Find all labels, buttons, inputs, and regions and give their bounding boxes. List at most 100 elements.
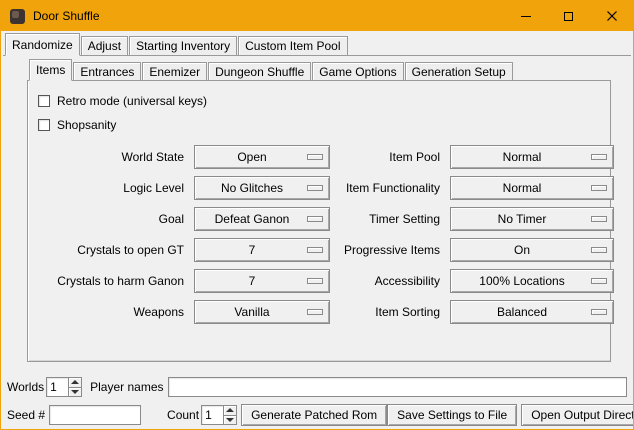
worlds-label: Worlds [7,380,44,394]
dropdown-indicator-icon [307,278,323,284]
crystals-gt-label: Crystals to open GT [40,243,190,257]
dropdown-value: Normal [503,181,542,195]
worlds-spinbox [46,377,82,397]
dropdown-indicator-icon [307,154,323,160]
dropdown-value: Normal [503,150,542,164]
logic-level-dropdown[interactable]: No Glitches [194,176,330,200]
dropdown-indicator-icon [591,247,607,253]
arrow-up-icon [226,408,234,412]
item-sorting-dropdown[interactable]: Balanced [450,300,614,324]
arrow-up-icon [71,380,79,384]
goal-dropdown[interactable]: Defeat Ganon [194,207,330,231]
app-icon [10,9,25,24]
item-sorting-label: Item Sorting [334,305,446,319]
dropdown-indicator-icon [591,154,607,160]
count-label: Count [167,408,199,422]
generate-patched-rom-button[interactable]: Generate Patched Rom [241,404,387,426]
close-button[interactable] [590,1,633,31]
dropdown-indicator-icon [307,247,323,253]
timer-setting-label: Timer Setting [334,212,446,226]
dropdown-value: 100% Locations [479,274,564,288]
item-functionality-label: Item Functionality [334,181,446,195]
minimize-icon [521,16,531,17]
minimize-button[interactable] [504,1,547,31]
shopsanity-label: Shopsanity [57,118,116,132]
progressive-items-dropdown[interactable]: On [450,238,614,262]
tab-enemizer[interactable]: Enemizer [142,62,207,80]
goal-label: Goal [40,212,190,226]
player-names-label: Player names [90,380,163,394]
tab-items[interactable]: Items [29,59,72,81]
dropdown-indicator-icon [307,216,323,222]
crystals-gt-dropdown[interactable]: 7 [194,238,330,262]
titlebar: Door Shuffle [1,1,633,31]
dropdown-value: On [514,243,530,257]
crystals-ganon-dropdown[interactable]: 7 [194,269,330,293]
save-settings-button[interactable]: Save Settings to File [387,404,517,426]
dropdown-indicator-icon [591,216,607,222]
retro-mode-label: Retro mode (universal keys) [57,94,207,108]
options-grid: World State Open Item Pool Normal Logic … [40,145,610,324]
open-output-directory-button[interactable]: Open Output Directory [521,404,634,426]
timer-setting-dropdown[interactable]: No Timer [450,207,614,231]
items-panel: Retro mode (universal keys) Shopsanity W… [27,80,611,362]
tab-game-options[interactable]: Game Options [312,62,403,80]
item-functionality-dropdown[interactable]: Normal [450,176,614,200]
randomize-panel: Items Entrances Enemizer Dungeon Shuffle… [27,58,611,362]
dropdown-value: No Timer [498,212,547,226]
tab-randomize[interactable]: Randomize [5,33,80,56]
dropdown-indicator-icon [307,309,323,315]
dropdown-value: 7 [249,243,256,257]
inner-tab-bar: Items Entrances Enemizer Dungeon Shuffle… [27,58,611,80]
accessibility-label: Accessibility [334,274,446,288]
count-spin-arrows [223,405,237,425]
tab-generation-setup[interactable]: Generation Setup [405,62,513,80]
worlds-input[interactable] [46,377,68,397]
seed-input[interactable] [49,405,141,425]
close-icon [607,11,617,21]
item-pool-label: Item Pool [334,150,446,164]
world-state-dropdown[interactable]: Open [194,145,330,169]
window-controls [504,1,633,31]
weapons-label: Weapons [40,305,190,319]
window-title: Door Shuffle [33,9,100,23]
arrow-down-icon [71,390,79,394]
item-pool-dropdown[interactable]: Normal [450,145,614,169]
retro-mode-checkbox[interactable]: Retro mode (universal keys) [38,89,610,113]
progressive-items-label: Progressive Items [334,243,446,257]
shopsanity-checkbox[interactable]: Shopsanity [38,113,610,137]
dropdown-value: Vanilla [234,305,269,319]
count-spin-down-button[interactable] [223,416,237,426]
count-input[interactable] [201,405,223,425]
app-window: Door Shuffle Randomize Adjust Starting I… [0,0,634,430]
checkbox-unchecked-icon [38,119,50,131]
crystals-ganon-label: Crystals to harm Ganon [40,274,190,288]
worlds-spin-arrows [68,377,82,397]
world-state-label: World State [40,150,190,164]
main-tab-bar: Randomize Adjust Starting Inventory Cust… [3,33,631,56]
weapons-dropdown[interactable]: Vanilla [194,300,330,324]
seed-label: Seed # [7,408,45,422]
tab-custom-item-pool[interactable]: Custom Item Pool [238,36,347,55]
dropdown-indicator-icon [591,278,607,284]
tab-dungeon-shuffle[interactable]: Dungeon Shuffle [208,62,311,80]
tab-starting-inventory[interactable]: Starting Inventory [129,36,237,55]
tab-entrances[interactable]: Entrances [73,62,141,80]
seed-row: Seed # Count Generate Patched Rom Save S… [1,403,633,427]
worlds-spin-up-button[interactable] [68,377,82,388]
logic-level-label: Logic Level [40,181,190,195]
checkbox-unchecked-icon [38,95,50,107]
dropdown-value: No Glitches [221,181,283,195]
dropdown-value: 7 [249,274,256,288]
maximize-icon [564,12,573,21]
tab-adjust[interactable]: Adjust [81,36,128,55]
dropdown-value: Defeat Ganon [215,212,290,226]
arrow-down-icon [226,418,234,422]
worlds-spin-down-button[interactable] [68,388,82,398]
dropdown-value: Balanced [497,305,547,319]
accessibility-dropdown[interactable]: 100% Locations [450,269,614,293]
player-names-input[interactable] [168,377,628,397]
maximize-button[interactable] [547,1,590,31]
worlds-row: Worlds Player names [1,375,633,399]
count-spin-up-button[interactable] [223,405,237,416]
